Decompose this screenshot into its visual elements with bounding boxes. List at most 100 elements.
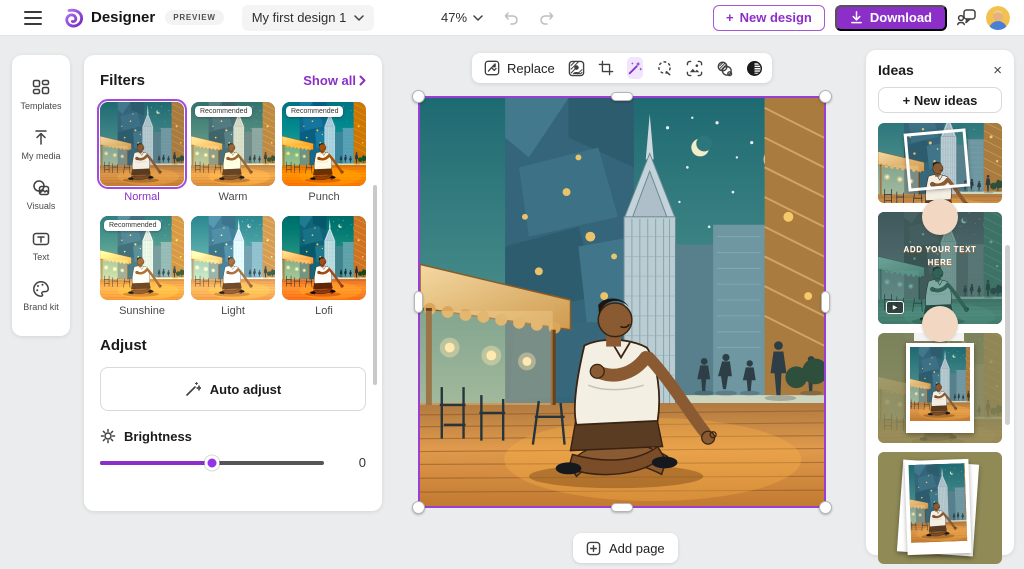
top-bar: Designer PREVIEW My first design 1 47% +…	[0, 0, 1024, 36]
new-ideas-button[interactable]: + New ideas	[878, 87, 1002, 113]
user-avatar[interactable]	[986, 6, 1010, 30]
close-icon[interactable]: ×	[993, 63, 1002, 78]
filter-grid: Normal Recommended Warm Recommended Punc…	[100, 102, 366, 317]
upload-icon	[32, 129, 50, 147]
magic-wand-icon	[185, 381, 201, 397]
add-page-button[interactable]: Add page	[573, 533, 678, 563]
recommended-badge: Recommended	[104, 220, 161, 231]
download-icon	[850, 11, 863, 24]
polaroid-photo-front	[904, 459, 971, 555]
sidebar-item-my-media[interactable]: My media	[12, 129, 70, 161]
idea-overlay-text: ADD YOUR TEXT HERE	[878, 244, 1002, 270]
idea-thumbnail-polaroid[interactable]	[878, 333, 1002, 443]
add-page-label: Add page	[609, 541, 665, 556]
filter-tile-sunshine[interactable]: Recommended Sunshine	[100, 216, 184, 317]
brightness-value: 0	[359, 455, 366, 470]
crop-icon[interactable]	[598, 60, 614, 76]
photo-frame-overlay	[904, 128, 971, 191]
sidebar-item-label: Templates	[20, 101, 61, 111]
zoom-control[interactable]: 47%	[441, 10, 555, 26]
canvas-image[interactable]	[418, 96, 826, 508]
replace-image-icon	[484, 60, 500, 76]
ideas-title: Ideas	[878, 62, 914, 78]
designer-logo-icon	[64, 8, 84, 28]
magic-select-icon[interactable]	[656, 60, 673, 77]
resize-handle-bottom-right[interactable]	[819, 501, 832, 514]
plus-icon: +	[903, 93, 911, 108]
show-all-link[interactable]: Show all	[303, 73, 366, 88]
templates-icon	[32, 79, 50, 97]
polaroid-photo	[906, 343, 974, 433]
chevron-down-icon	[354, 15, 364, 21]
brightness-slider-thumb[interactable]	[205, 455, 220, 470]
background-blur-icon[interactable]	[568, 60, 585, 77]
app-logo: Designer	[64, 8, 155, 28]
filter-tile-punch[interactable]: Recommended Punch	[282, 102, 366, 203]
topbar-actions: + New design Download	[713, 5, 1010, 31]
idea-thumbnail-stacked-polaroids[interactable]	[878, 452, 1002, 564]
filter-label: Normal	[100, 191, 184, 203]
filter-tile-light[interactable]: Light	[191, 216, 275, 317]
replace-button[interactable]: Replace	[484, 60, 555, 76]
recommended-badge: Recommended	[286, 106, 343, 117]
filter-label: Lofi	[282, 305, 366, 317]
replace-label: Replace	[507, 61, 555, 76]
new-design-button[interactable]: + New design	[713, 5, 825, 31]
recolor-icon[interactable]	[716, 60, 733, 77]
design-name: My first design 1	[252, 10, 347, 25]
sidebar-item-templates[interactable]: Templates	[12, 79, 70, 111]
idea-thumbnail-framed[interactable]	[878, 123, 1002, 203]
brightness-slider[interactable]	[100, 461, 324, 465]
filter-label: Warm	[191, 191, 275, 203]
sidebar-item-brand-kit[interactable]: Brand kit	[12, 280, 70, 312]
filter-label: Light	[191, 305, 275, 317]
filters-icon[interactable]	[627, 57, 643, 79]
sidebar-item-label: Text	[33, 252, 50, 262]
auto-adjust-label: Auto adjust	[210, 382, 282, 397]
filter-tile-normal[interactable]: Normal	[100, 102, 184, 203]
share-feedback-icon[interactable]	[957, 9, 976, 26]
remove-background-icon[interactable]	[686, 60, 703, 77]
filters-scrollbar[interactable]	[373, 185, 377, 385]
palette-icon	[32, 280, 50, 298]
new-design-label: New design	[740, 10, 812, 25]
sidebar-item-text[interactable]: Text	[12, 230, 70, 262]
brightness-icon	[100, 428, 116, 444]
sidebar-item-label: My media	[21, 151, 60, 161]
resize-handle-right[interactable]	[821, 291, 830, 313]
resize-handle-top-left[interactable]	[412, 90, 425, 103]
decorative-dot	[922, 306, 958, 342]
adjustments-icon[interactable]	[746, 60, 763, 77]
resize-handle-left[interactable]	[414, 291, 423, 313]
new-ideas-label: New ideas	[914, 93, 978, 108]
menu-icon[interactable]	[24, 11, 42, 25]
redo-button[interactable]	[539, 10, 555, 26]
resize-handle-bottom[interactable]	[611, 503, 633, 512]
filter-label: Punch	[282, 191, 366, 203]
design-name-dropdown[interactable]: My first design 1	[242, 5, 375, 31]
image-toolbar: Replace	[472, 53, 772, 83]
resize-handle-top[interactable]	[611, 92, 633, 101]
adjust-title: Adjust	[100, 337, 366, 354]
ideas-list: ADD YOUR TEXT HERE ▶	[878, 123, 1002, 564]
add-page-icon	[586, 541, 601, 556]
zoom-level: 47%	[441, 10, 467, 25]
ideas-panel: Ideas × + New ideas ADD YOUR TEXT HERE ▶	[866, 50, 1014, 555]
ideas-scrollbar[interactable]	[1005, 245, 1010, 425]
download-button[interactable]: Download	[835, 5, 947, 31]
filter-label: Sunshine	[100, 305, 184, 317]
filter-tile-warm[interactable]: Recommended Warm	[191, 102, 275, 203]
artwork-illustration	[420, 98, 824, 506]
decorative-dot	[922, 199, 958, 235]
resize-handle-bottom-left[interactable]	[412, 501, 425, 514]
filter-tile-lofi[interactable]: Lofi	[282, 216, 366, 317]
resize-handle-top-right[interactable]	[819, 90, 832, 103]
download-label: Download	[870, 10, 932, 25]
sidebar-item-label: Visuals	[27, 201, 56, 211]
sidebar-item-visuals[interactable]: Visuals	[12, 179, 70, 211]
app-name: Designer	[91, 9, 155, 26]
designer-app: Designer PREVIEW My first design 1 47% +…	[0, 0, 1024, 569]
undo-button[interactable]	[503, 10, 519, 26]
auto-adjust-button[interactable]: Auto adjust	[100, 367, 366, 411]
preview-badge: PREVIEW	[165, 10, 224, 25]
